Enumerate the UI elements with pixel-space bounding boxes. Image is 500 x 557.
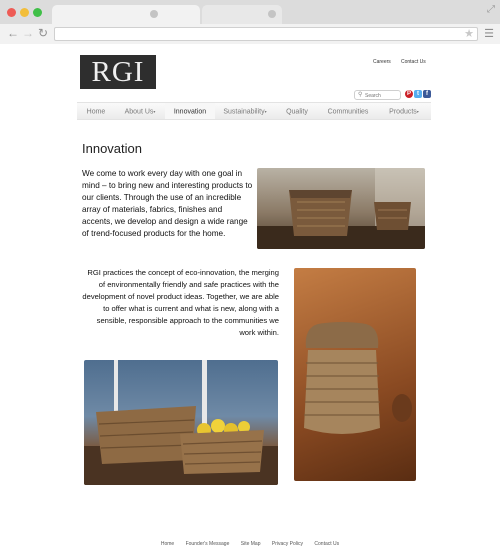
search-box[interactable]: ⚲ [354,90,401,100]
pinterest-icon[interactable]: P [405,90,413,98]
main-navigation: Home About Us▾ Innovation Sustainability… [77,102,431,120]
nav-innovation[interactable]: Innovation [165,103,215,119]
browser-toolbar: ← → ↻ ★ ☰ [0,24,500,44]
browser-menu-icon[interactable]: ☰ [484,27,494,40]
search-input[interactable] [365,92,399,99]
bookmark-star-icon[interactable]: ★ [464,27,474,40]
chevron-down-icon: ▾ [416,109,419,114]
footer-privacy-policy-link[interactable]: Privacy Policy [272,541,303,547]
browser-tab-inactive[interactable] [202,5,282,24]
browser-chrome: ⤢ ← → ↻ ★ ☰ [0,0,500,44]
nav-sustainability[interactable]: Sustainability▾ [215,103,275,119]
browser-tab-active[interactable] [52,5,200,24]
address-bar[interactable]: ★ [54,27,478,41]
nav-communities[interactable]: Communities [319,103,377,119]
baskets-illustration [257,168,425,249]
search-icon: ⚲ [358,92,363,98]
nav-products[interactable]: Products▾ [377,103,431,119]
twitter-icon[interactable]: t [414,90,422,98]
lemon-baskets-photo [84,360,278,485]
footer-home-link[interactable]: Home [161,541,174,547]
careers-link[interactable]: Careers [373,59,391,65]
page-title: Innovation [82,141,142,156]
lemon-baskets-illustration [84,360,278,485]
chevron-down-icon: ▾ [153,109,156,114]
intro-paragraph: We come to work every day with one goal … [82,169,253,238]
forward-arrow-icon[interactable]: → [22,27,34,39]
footer-links: Home Founder's Message Site Map Privacy … [0,541,500,547]
footer-contact-us-link[interactable]: Contact Us [314,541,339,547]
rgi-logo[interactable]: RGI [80,55,156,89]
eco-innovation-paragraph: RGI practices the concept of eco-innovat… [82,268,279,337]
nav-home[interactable]: Home [77,103,115,119]
nav-about-us[interactable]: About Us▾ [115,103,165,119]
minimize-window-button[interactable] [20,8,29,17]
facebook-icon[interactable]: f [423,90,431,98]
footer-site-map-link[interactable]: Site Map [241,541,261,547]
woven-baskets-photo [257,168,425,249]
hamper-illustration [304,322,412,434]
contact-us-link[interactable]: Contact Us [401,59,426,65]
reload-icon[interactable]: ↻ [38,27,48,39]
close-window-button[interactable] [7,8,16,17]
close-tab-icon[interactable] [150,10,158,18]
close-tab-icon[interactable] [268,10,276,18]
nav-quality[interactable]: Quality [275,103,319,119]
chevron-down-icon: ▾ [264,109,267,114]
footer-founders-message-link[interactable]: Founder's Message [186,541,230,547]
maximize-window-button[interactable] [33,8,42,17]
back-arrow-icon[interactable]: ← [7,27,19,39]
fullscreen-icon[interactable]: ⤢ [487,4,495,15]
lidded-hamper-photo [294,268,416,481]
